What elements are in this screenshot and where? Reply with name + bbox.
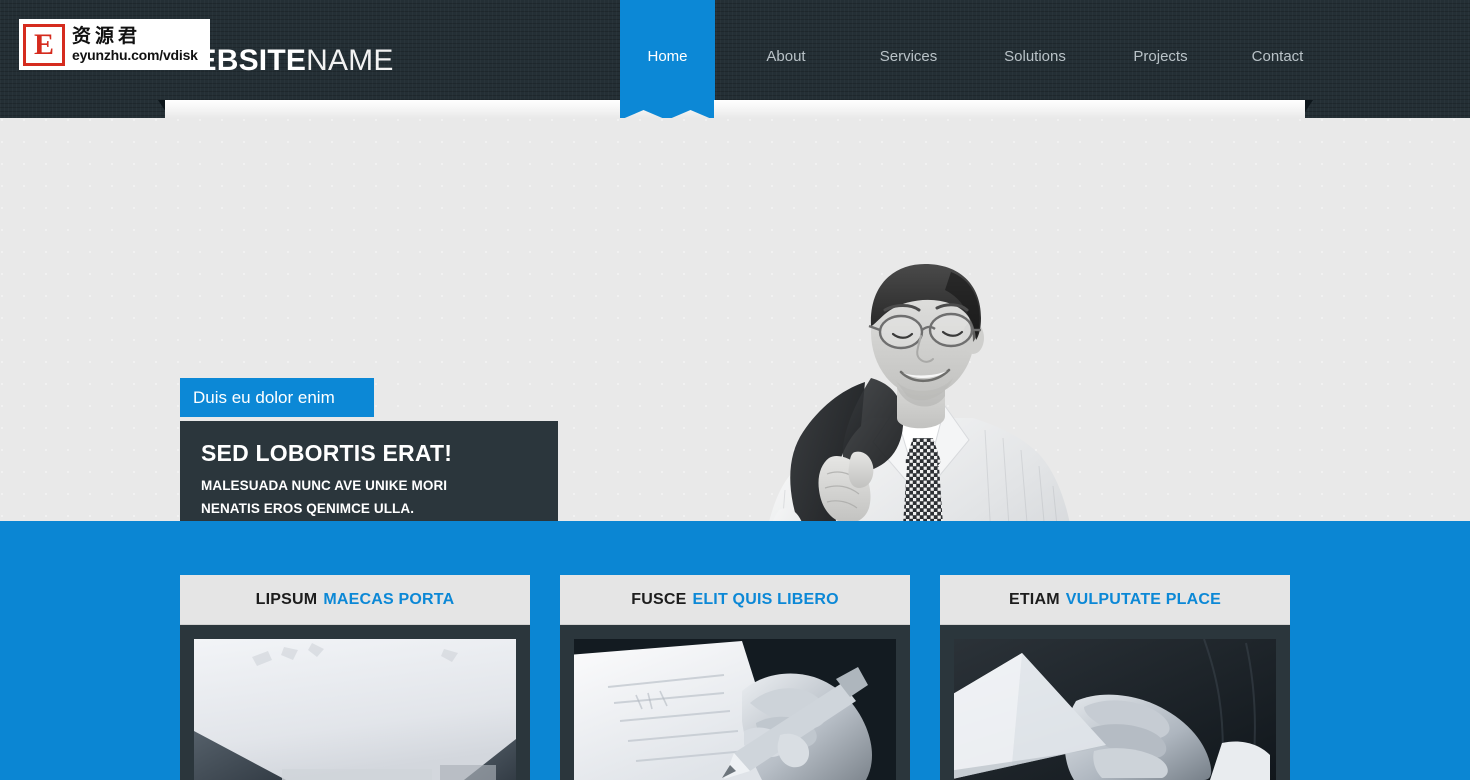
feature-card-list: LIPSUM MAECAS PORTA FUSCE ELIT QUIS LIBE… [180, 575, 1290, 780]
hero-subtitle: MALESUADA NUNC AVE UNIKE MORI NENATIS ER… [201, 474, 538, 520]
header-bottom-strip [165, 100, 1305, 118]
feature-card-title-dark: FUSCE [631, 590, 687, 608]
feature-card-fusce[interactable]: FUSCE ELIT QUIS LIBERO [560, 575, 910, 780]
site-title-light: NAME [306, 44, 394, 77]
active-tab-pointer [619, 100, 714, 120]
watermark-text: 资源君 eyunzhu.com/vdisk [72, 25, 198, 63]
hero-text-box: SED LOBORTIS ERAT! MALESUADA NUNC AVE UN… [180, 421, 558, 521]
feature-card-body [560, 625, 910, 780]
feature-card-etiam[interactable]: ETIAM VULPUTATE PLACE [940, 575, 1290, 780]
hero-badge: Duis eu dolor enim [180, 378, 374, 417]
features-section: LIPSUM MAECAS PORTA FUSCE ELIT QUIS LIBE… [0, 521, 1470, 780]
feature-card-title-accent: ELIT QUIS LIBERO [692, 590, 839, 608]
watermark-url-text: eyunzhu.com/vdisk [72, 47, 198, 63]
feature-card-title-accent: VULPUTATE PLACE [1065, 590, 1222, 608]
watermark-e-letter: E [26, 26, 62, 63]
feature-card-body [940, 625, 1290, 780]
feature-card-title-dark: ETIAM [1008, 590, 1060, 608]
header-strip-fold-right [1305, 100, 1313, 112]
watermark-e-icon: E [23, 23, 65, 66]
hero-subtitle-line2: NENATIS EROS QENIMCE ULLA. [201, 501, 415, 516]
hero-businessman-image [745, 260, 1095, 521]
feature-card-image-blank-paper [194, 639, 516, 780]
feature-card-title-dark: LIPSUM [255, 590, 318, 608]
watermark-logo: E 资源君 eyunzhu.com/vdisk [19, 19, 210, 70]
feature-card-image-hand-writing [574, 639, 896, 780]
feature-card-title-accent: MAECAS PORTA [323, 590, 455, 608]
hero-section: Duis eu dolor enim SED LOBORTIS ERAT! MA… [0, 118, 1470, 521]
hero-title: SED LOBORTIS ERAT! [201, 440, 453, 466]
feature-card-title: FUSCE ELIT QUIS LIBERO [560, 575, 910, 625]
feature-card-title: LIPSUM MAECAS PORTA [180, 575, 530, 625]
feature-card-image-hand-envelope [954, 639, 1276, 780]
watermark-chinese-text: 资源君 [72, 25, 142, 47]
feature-card-lipsum[interactable]: LIPSUM MAECAS PORTA [180, 575, 530, 780]
hero-subtitle-line1: MALESUADA NUNC AVE UNIKE MORI [201, 478, 448, 493]
feature-card-title: ETIAM VULPUTATE PLACE [940, 575, 1290, 625]
feature-card-body [180, 625, 530, 780]
